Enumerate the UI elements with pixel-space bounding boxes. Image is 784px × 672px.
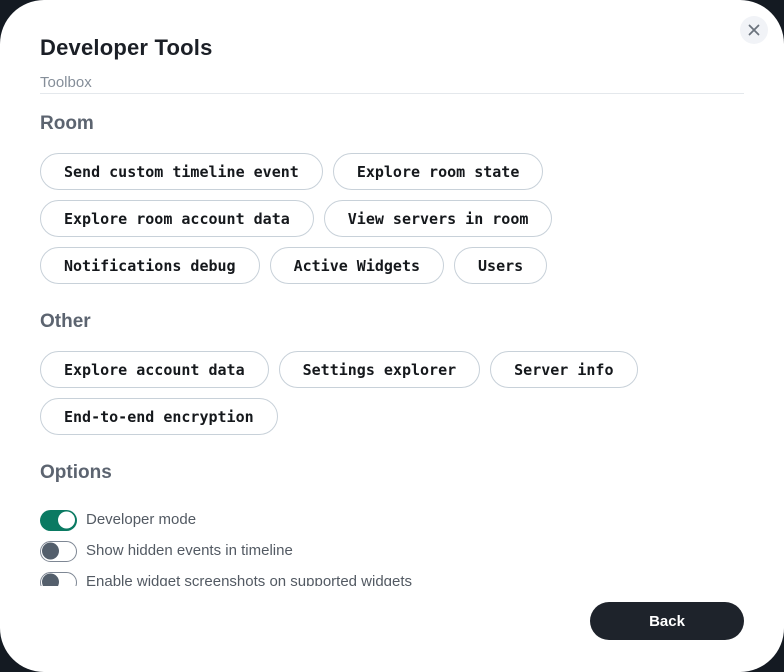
devtools-button[interactable]: View servers in room — [324, 200, 553, 237]
options-toggle-list: Developer mode Show hidden events in tim… — [40, 509, 744, 586]
back-button[interactable]: Back — [590, 602, 744, 640]
devtools-section: Room Send custom timeline event Explore r… — [40, 112, 744, 284]
toggle-knob — [58, 512, 75, 529]
devtools-button[interactable]: Explore account data — [40, 351, 269, 388]
dialog-subtitle: Toolbox — [40, 73, 744, 93]
devtools-button[interactable]: Users — [454, 247, 547, 284]
toggle-label: Show hidden events in timeline — [86, 541, 293, 561]
toggle-knob — [42, 543, 59, 560]
devtools-button[interactable]: End-to-end encryption — [40, 398, 278, 435]
toggle-row: Developer mode — [40, 509, 744, 531]
devtools-section: Other Explore account data Settings explo… — [40, 310, 744, 435]
page-title: Developer Tools — [40, 34, 744, 62]
close-icon — [748, 24, 760, 36]
devtools-button[interactable]: Active Widgets — [270, 247, 444, 284]
section-heading-options: Options — [40, 461, 744, 485]
section-heading: Room — [40, 112, 744, 136]
section-button-group: Send custom timeline event Explore room s… — [40, 153, 744, 284]
developer-tools-dialog: Developer Tools Toolbox Room Send custom… — [0, 0, 784, 672]
button-sections: Room Send custom timeline event Explore r… — [40, 112, 744, 435]
toggle-switch[interactable] — [40, 541, 77, 562]
toggle-row: Show hidden events in timeline — [40, 540, 744, 562]
dialog-scroll-area[interactable]: Room Send custom timeline event Explore r… — [40, 94, 744, 586]
devtools-button[interactable]: Notifications debug — [40, 247, 260, 284]
dialog-footer: Back — [590, 602, 744, 640]
devtools-button[interactable]: Settings explorer — [279, 351, 481, 388]
close-button[interactable] — [740, 16, 768, 44]
toggle-label: Developer mode — [86, 510, 196, 530]
section-button-group: Explore account data Settings explorerSer… — [40, 351, 744, 435]
devtools-button[interactable]: Send custom timeline event — [40, 153, 323, 190]
toggle-label: Enable widget screenshots on supported w… — [86, 572, 412, 586]
toggle-switch[interactable] — [40, 572, 77, 587]
devtools-button[interactable]: Explore room account data — [40, 200, 314, 237]
toggle-switch[interactable] — [40, 510, 77, 531]
devtools-button[interactable]: Server info — [490, 351, 637, 388]
toggle-knob — [42, 574, 59, 587]
dialog-header: Developer Tools Toolbox — [0, 0, 784, 93]
toggle-row: Enable widget screenshots on supported w… — [40, 571, 744, 586]
devtools-button[interactable]: Explore room state — [333, 153, 544, 190]
section-heading: Other — [40, 310, 744, 334]
